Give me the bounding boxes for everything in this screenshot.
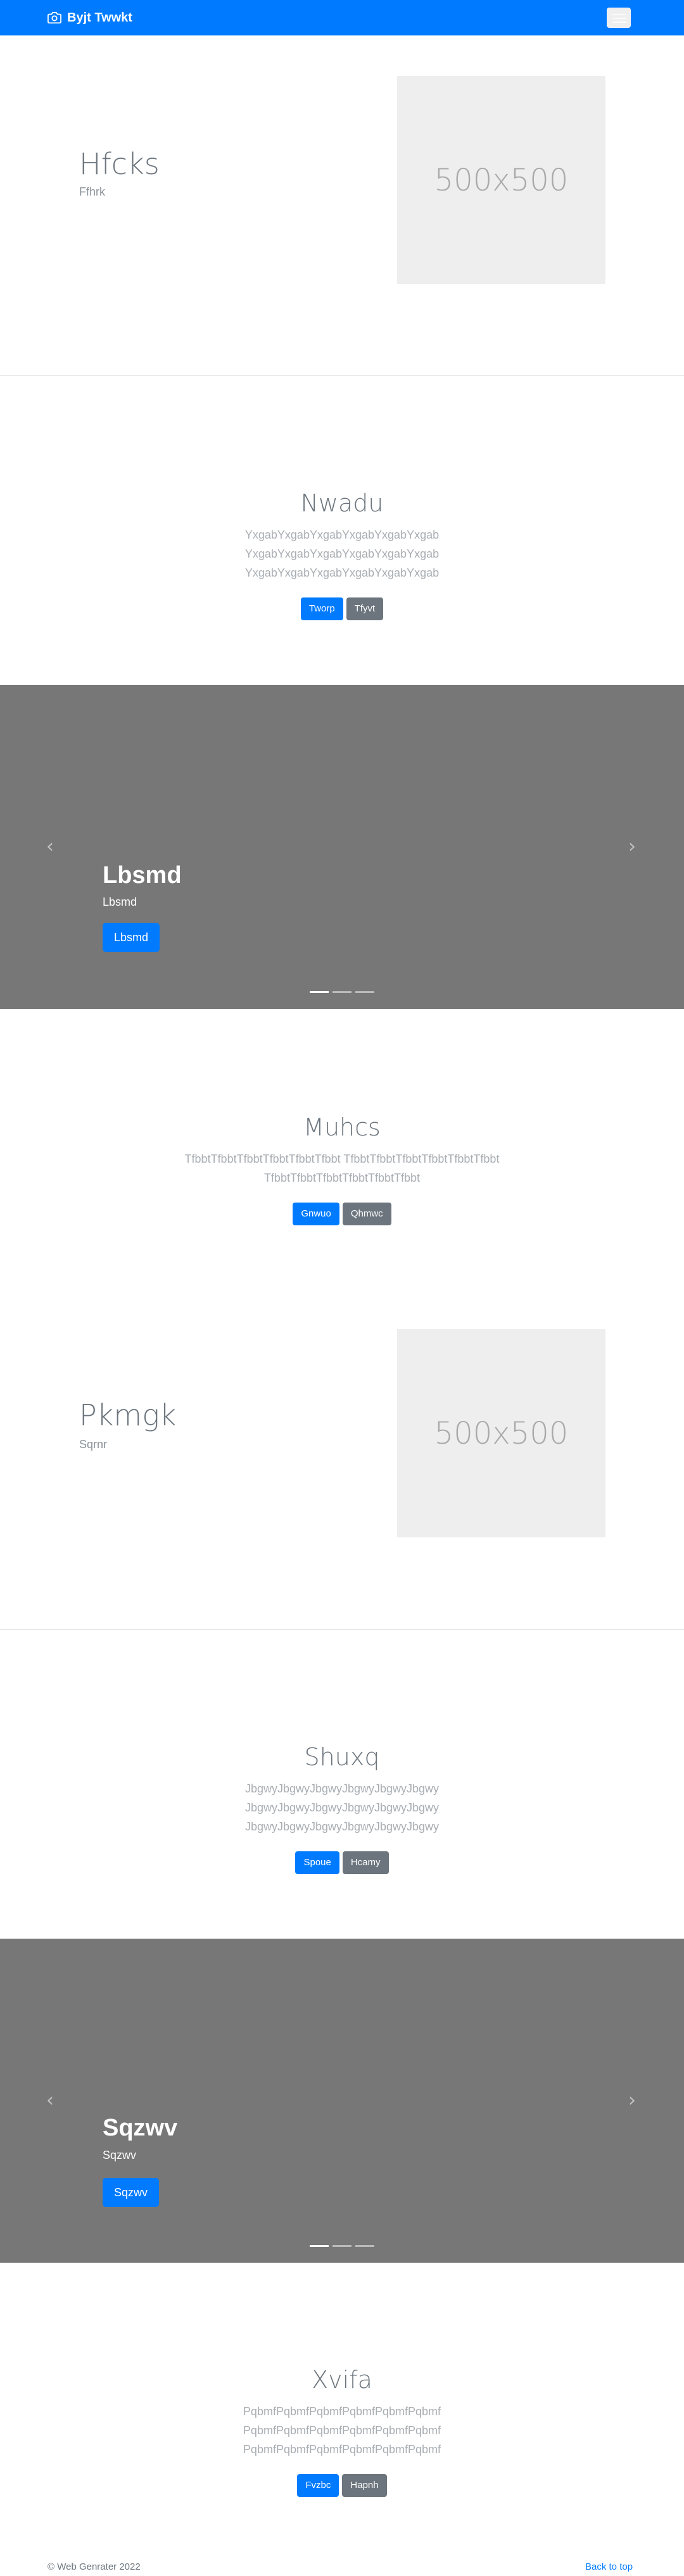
page: Byjt Twwkt Hfcks Ffhrk 500x500 Nwadu Yxg… [0, 0, 684, 2576]
navbar: Byjt Twwkt [0, 0, 684, 35]
section-title: Xvifa [312, 2366, 372, 2394]
button-group: Spoue Hcamy [295, 1851, 389, 1874]
brand-name: Byjt Twwkt [67, 10, 132, 25]
feature-title: Hfcks [79, 147, 160, 181]
feature-subtitle: Ffhrk [79, 185, 106, 198]
placeholder-label: 500x500 [434, 162, 569, 198]
primary-button[interactable]: Gnwuo [293, 1203, 339, 1225]
carousel-indicator[interactable] [355, 991, 374, 993]
placeholder-image: 500x500 [397, 1329, 605, 1537]
section-title: Nwadu [300, 489, 384, 517]
text-line: JbgwyJbgwyJbgwyJbgwyJbgwyJbgwy [244, 1801, 440, 1814]
carousel-caption-text: Sqzwv [103, 2149, 137, 2161]
placeholder-label: 500x500 [434, 1415, 569, 1451]
carousel-button[interactable]: Sqzwv [103, 2178, 160, 2207]
carousel-indicator[interactable] [332, 2245, 352, 2247]
carousel-indicators [310, 2245, 374, 2247]
button-group: Gnwuo Qhmwc [293, 1203, 391, 1225]
secondary-button[interactable]: Hapnh [342, 2474, 387, 2497]
placeholder-image: 500x500 [397, 76, 605, 284]
text-line: YxgabYxgabYxgabYxgabYxgabYxgab [244, 547, 440, 560]
carousel-caption-title: Lbsmd [103, 862, 182, 889]
text-line: PqbmfPqbmfPqbmfPqbmfPqbmfPqbmf [243, 2405, 441, 2418]
center-section-1: Nwadu YxgabYxgabYxgabYxgabYxgabYxgab Yxg… [0, 491, 684, 620]
text-line: YxgabYxgabYxgabYxgabYxgabYxgab [244, 528, 440, 541]
section-text: JbgwyJbgwyJbgwyJbgwyJbgwyJbgwy JbgwyJbgw… [0, 1779, 684, 1836]
text-line: JbgwyJbgwyJbgwyJbgwyJbgwyJbgwy [244, 1820, 440, 1833]
carousel-indicator[interactable] [310, 2245, 329, 2247]
text-line: YxgabYxgabYxgabYxgabYxgabYxgab [244, 566, 440, 579]
feature-subtitle: Sqrnr [79, 1438, 108, 1451]
back-to-top-link[interactable]: Back to top [585, 2561, 633, 2572]
section-title: Muhcs [303, 1113, 381, 1141]
secondary-button[interactable]: Qhmwc [342, 1203, 391, 1225]
carousel-caption-text: Lbsmd [103, 896, 137, 908]
text-line: PqbmfPqbmfPqbmfPqbmfPqbmfPqbmf [243, 2424, 441, 2437]
carousel-indicators [310, 991, 374, 993]
secondary-button[interactable]: Hcamy [342, 1851, 389, 1874]
chevron-left-icon[interactable]: ‹ [42, 837, 58, 856]
carousel-2: ‹ › Sqzwv Sqzwv Sqzwv [0, 1939, 684, 2263]
secondary-button[interactable]: Tfyvt [346, 597, 384, 620]
text-line: TfbbtTfbbtTfbbtTfbbtTfbbtTfbbt [263, 1172, 421, 1184]
chevron-right-icon[interactable]: › [624, 2091, 640, 2110]
carousel-indicator[interactable] [310, 991, 329, 993]
center-section-3: Shuxq JbgwyJbgwyJbgwyJbgwyJbgwyJbgwy Jbg… [0, 1745, 684, 1874]
navbar-brand[interactable]: Byjt Twwkt [48, 10, 132, 25]
carousel-1: ‹ › Lbsmd Lbsmd Lbsmd [0, 685, 684, 1009]
section-text: YxgabYxgabYxgabYxgabYxgabYxgab YxgabYxga… [0, 525, 684, 582]
center-section-2: Muhcs TfbbtTfbbtTfbbtTfbbtTfbbtTfbbt Tfb… [0, 1115, 684, 1225]
button-group: Fvzbc Hapnh [297, 2474, 387, 2497]
carousel-indicator[interactable] [355, 2245, 374, 2247]
center-section-4: Xvifa PqbmfPqbmfPqbmfPqbmfPqbmfPqbmf Pqb… [0, 2368, 684, 2497]
chevron-right-icon[interactable]: › [624, 837, 640, 856]
section-divider [0, 1629, 684, 1630]
feature-title: Pkmgk [79, 1398, 177, 1432]
chevron-left-icon[interactable]: ‹ [42, 2091, 58, 2110]
section-text: TfbbtTfbbtTfbbtTfbbtTfbbtTfbbt TfbbtTfbb… [0, 1149, 684, 1187]
camera-icon [48, 11, 61, 24]
navbar-toggler[interactable] [607, 8, 631, 28]
carousel-caption-title: Sqzwv [103, 2115, 178, 2141]
section-divider [0, 375, 684, 376]
carousel-indicator[interactable] [332, 991, 352, 993]
button-group: Tworp Tfyvt [300, 597, 384, 620]
text-line: JbgwyJbgwyJbgwyJbgwyJbgwyJbgwy [244, 1782, 440, 1795]
hamburger-menu-icon [612, 14, 626, 15]
primary-button[interactable]: Spoue [295, 1851, 339, 1874]
section-title: Shuxq [304, 1743, 380, 1771]
section-text: PqbmfPqbmfPqbmfPqbmfPqbmfPqbmf PqbmfPqbm… [0, 2402, 684, 2459]
text-line: TfbbtTfbbtTfbbtTfbbtTfbbtTfbbt TfbbtTfbb… [184, 1153, 500, 1165]
primary-button[interactable]: Tworp [300, 597, 343, 620]
primary-button[interactable]: Fvzbc [297, 2474, 339, 2497]
carousel-button[interactable]: Lbsmd [103, 923, 160, 952]
copyright-text: © Web Genrater 2022 [48, 2561, 141, 2572]
text-line: PqbmfPqbmfPqbmfPqbmfPqbmfPqbmf [243, 2443, 441, 2456]
